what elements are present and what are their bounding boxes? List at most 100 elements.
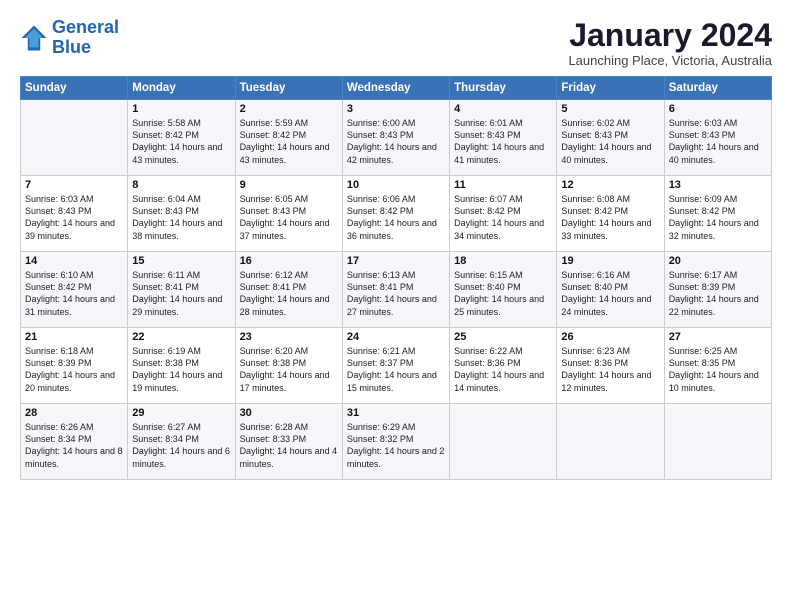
day-number: 17 — [347, 255, 445, 267]
day-number: 20 — [669, 255, 767, 267]
cell-info: Sunrise: 6:10 AMSunset: 8:42 PMDaylight:… — [25, 269, 123, 318]
cell-w3-d7: 20 Sunrise: 6:17 AMSunset: 8:39 PMDaylig… — [664, 252, 771, 328]
month-title: January 2024 — [568, 18, 772, 53]
cell-w5-d2: 29 Sunrise: 6:27 AMSunset: 8:34 PMDaylig… — [128, 404, 235, 480]
logo-line1: General — [52, 17, 119, 37]
cell-info: Sunrise: 6:06 AMSunset: 8:42 PMDaylight:… — [347, 193, 445, 242]
cell-w1-d3: 2 Sunrise: 5:59 AMSunset: 8:42 PMDayligh… — [235, 100, 342, 176]
col-monday: Monday — [128, 77, 235, 100]
cell-info: Sunrise: 5:59 AMSunset: 8:42 PMDaylight:… — [240, 117, 338, 166]
week-row-5: 28 Sunrise: 6:26 AMSunset: 8:34 PMDaylig… — [21, 404, 772, 480]
cell-w4-d5: 25 Sunrise: 6:22 AMSunset: 8:36 PMDaylig… — [450, 328, 557, 404]
cell-info: Sunrise: 6:28 AMSunset: 8:33 PMDaylight:… — [240, 421, 338, 470]
cell-info: Sunrise: 6:05 AMSunset: 8:43 PMDaylight:… — [240, 193, 338, 242]
cell-w5-d4: 31 Sunrise: 6:29 AMSunset: 8:32 PMDaylig… — [342, 404, 449, 480]
cell-w2-d7: 13 Sunrise: 6:09 AMSunset: 8:42 PMDaylig… — [664, 176, 771, 252]
cell-w3-d4: 17 Sunrise: 6:13 AMSunset: 8:41 PMDaylig… — [342, 252, 449, 328]
cell-info: Sunrise: 6:21 AMSunset: 8:37 PMDaylight:… — [347, 345, 445, 394]
cell-info: Sunrise: 6:04 AMSunset: 8:43 PMDaylight:… — [132, 193, 230, 242]
cell-w4-d1: 21 Sunrise: 6:18 AMSunset: 8:39 PMDaylig… — [21, 328, 128, 404]
day-number: 1 — [132, 103, 230, 115]
header-row: Sunday Monday Tuesday Wednesday Thursday… — [21, 77, 772, 100]
day-number: 2 — [240, 103, 338, 115]
cell-info: Sunrise: 6:12 AMSunset: 8:41 PMDaylight:… — [240, 269, 338, 318]
day-number: 29 — [132, 407, 230, 419]
cell-info: Sunrise: 5:58 AMSunset: 8:42 PMDaylight:… — [132, 117, 230, 166]
cell-w2-d2: 8 Sunrise: 6:04 AMSunset: 8:43 PMDayligh… — [128, 176, 235, 252]
day-number: 12 — [561, 179, 659, 191]
cell-info: Sunrise: 6:00 AMSunset: 8:43 PMDaylight:… — [347, 117, 445, 166]
cell-w2-d5: 11 Sunrise: 6:07 AMSunset: 8:42 PMDaylig… — [450, 176, 557, 252]
cell-w5-d3: 30 Sunrise: 6:28 AMSunset: 8:33 PMDaylig… — [235, 404, 342, 480]
cell-w5-d1: 28 Sunrise: 6:26 AMSunset: 8:34 PMDaylig… — [21, 404, 128, 480]
cell-info: Sunrise: 6:29 AMSunset: 8:32 PMDaylight:… — [347, 421, 445, 470]
col-wednesday: Wednesday — [342, 77, 449, 100]
cell-w2-d6: 12 Sunrise: 6:08 AMSunset: 8:42 PMDaylig… — [557, 176, 664, 252]
week-row-4: 21 Sunrise: 6:18 AMSunset: 8:39 PMDaylig… — [21, 328, 772, 404]
cell-info: Sunrise: 6:13 AMSunset: 8:41 PMDaylight:… — [347, 269, 445, 318]
logo-line2: Blue — [52, 37, 91, 57]
day-number: 23 — [240, 331, 338, 343]
cell-w3-d2: 15 Sunrise: 6:11 AMSunset: 8:41 PMDaylig… — [128, 252, 235, 328]
day-number: 10 — [347, 179, 445, 191]
cell-info: Sunrise: 6:26 AMSunset: 8:34 PMDaylight:… — [25, 421, 123, 470]
cell-w1-d2: 1 Sunrise: 5:58 AMSunset: 8:42 PMDayligh… — [128, 100, 235, 176]
day-number: 19 — [561, 255, 659, 267]
cell-info: Sunrise: 6:19 AMSunset: 8:38 PMDaylight:… — [132, 345, 230, 394]
calendar-body: 1 Sunrise: 5:58 AMSunset: 8:42 PMDayligh… — [21, 100, 772, 480]
day-number: 26 — [561, 331, 659, 343]
cell-info: Sunrise: 6:27 AMSunset: 8:34 PMDaylight:… — [132, 421, 230, 470]
cell-w1-d4: 3 Sunrise: 6:00 AMSunset: 8:43 PMDayligh… — [342, 100, 449, 176]
cell-info: Sunrise: 6:15 AMSunset: 8:40 PMDaylight:… — [454, 269, 552, 318]
day-number: 3 — [347, 103, 445, 115]
header: General Blue January 2024 Launching Plac… — [20, 18, 772, 68]
cell-w1-d5: 4 Sunrise: 6:01 AMSunset: 8:43 PMDayligh… — [450, 100, 557, 176]
page: General Blue January 2024 Launching Plac… — [0, 0, 792, 612]
subtitle: Launching Place, Victoria, Australia — [568, 53, 772, 68]
logo: General Blue — [20, 18, 119, 58]
cell-w2-d3: 9 Sunrise: 6:05 AMSunset: 8:43 PMDayligh… — [235, 176, 342, 252]
cell-w4-d3: 23 Sunrise: 6:20 AMSunset: 8:38 PMDaylig… — [235, 328, 342, 404]
cell-w5-d5 — [450, 404, 557, 480]
calendar-header: Sunday Monday Tuesday Wednesday Thursday… — [21, 77, 772, 100]
col-thursday: Thursday — [450, 77, 557, 100]
day-number: 27 — [669, 331, 767, 343]
day-number: 7 — [25, 179, 123, 191]
col-saturday: Saturday — [664, 77, 771, 100]
day-number: 16 — [240, 255, 338, 267]
week-row-2: 7 Sunrise: 6:03 AMSunset: 8:43 PMDayligh… — [21, 176, 772, 252]
day-number: 18 — [454, 255, 552, 267]
day-number: 13 — [669, 179, 767, 191]
cell-w1-d7: 6 Sunrise: 6:03 AMSunset: 8:43 PMDayligh… — [664, 100, 771, 176]
cell-w4-d6: 26 Sunrise: 6:23 AMSunset: 8:36 PMDaylig… — [557, 328, 664, 404]
logo-text: General Blue — [52, 18, 119, 58]
title-block: January 2024 Launching Place, Victoria, … — [568, 18, 772, 68]
cell-info: Sunrise: 6:03 AMSunset: 8:43 PMDaylight:… — [25, 193, 123, 242]
cell-w3-d1: 14 Sunrise: 6:10 AMSunset: 8:42 PMDaylig… — [21, 252, 128, 328]
day-number: 30 — [240, 407, 338, 419]
logo-icon — [20, 24, 48, 52]
cell-info: Sunrise: 6:23 AMSunset: 8:36 PMDaylight:… — [561, 345, 659, 394]
cell-info: Sunrise: 6:17 AMSunset: 8:39 PMDaylight:… — [669, 269, 767, 318]
col-sunday: Sunday — [21, 77, 128, 100]
cell-info: Sunrise: 6:11 AMSunset: 8:41 PMDaylight:… — [132, 269, 230, 318]
week-row-3: 14 Sunrise: 6:10 AMSunset: 8:42 PMDaylig… — [21, 252, 772, 328]
cell-w4-d2: 22 Sunrise: 6:19 AMSunset: 8:38 PMDaylig… — [128, 328, 235, 404]
cell-info: Sunrise: 6:01 AMSunset: 8:43 PMDaylight:… — [454, 117, 552, 166]
cell-w1-d6: 5 Sunrise: 6:02 AMSunset: 8:43 PMDayligh… — [557, 100, 664, 176]
cell-w5-d7 — [664, 404, 771, 480]
calendar-table: Sunday Monday Tuesday Wednesday Thursday… — [20, 76, 772, 480]
day-number: 21 — [25, 331, 123, 343]
cell-w4-d7: 27 Sunrise: 6:25 AMSunset: 8:35 PMDaylig… — [664, 328, 771, 404]
cell-w5-d6 — [557, 404, 664, 480]
day-number: 25 — [454, 331, 552, 343]
day-number: 24 — [347, 331, 445, 343]
col-tuesday: Tuesday — [235, 77, 342, 100]
cell-w3-d5: 18 Sunrise: 6:15 AMSunset: 8:40 PMDaylig… — [450, 252, 557, 328]
cell-info: Sunrise: 6:08 AMSunset: 8:42 PMDaylight:… — [561, 193, 659, 242]
cell-info: Sunrise: 6:09 AMSunset: 8:42 PMDaylight:… — [669, 193, 767, 242]
cell-w3-d6: 19 Sunrise: 6:16 AMSunset: 8:40 PMDaylig… — [557, 252, 664, 328]
cell-info: Sunrise: 6:18 AMSunset: 8:39 PMDaylight:… — [25, 345, 123, 394]
day-number: 6 — [669, 103, 767, 115]
day-number: 9 — [240, 179, 338, 191]
